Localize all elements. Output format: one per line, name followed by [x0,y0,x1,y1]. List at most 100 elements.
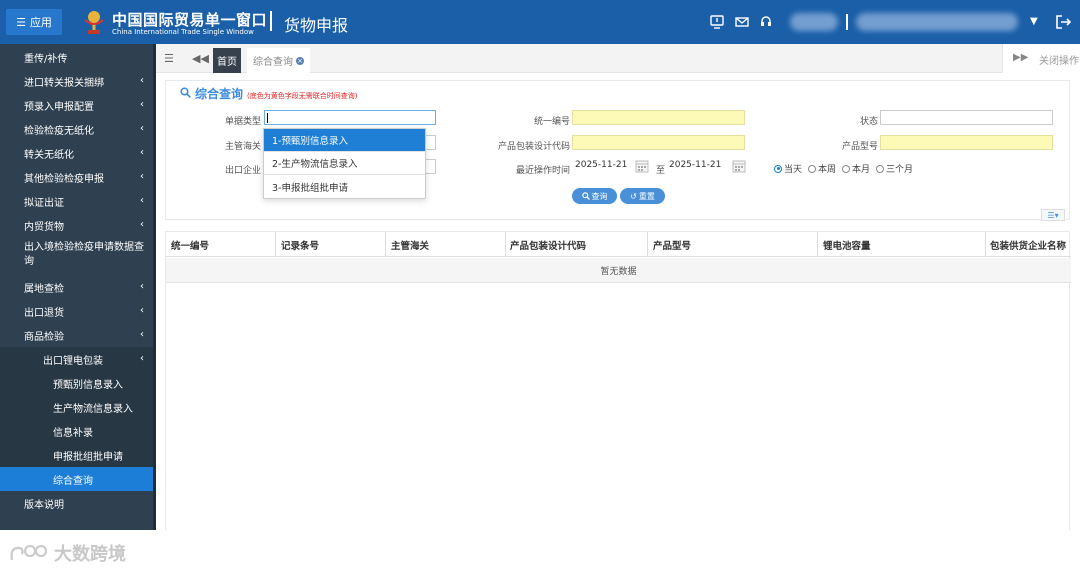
brand-name-en: China International Trade Single Window [112,28,254,36]
radio-dot [808,164,817,173]
brand-name-cn: 中国国际贸易单一窗口 [112,11,268,29]
radio-dot [842,164,851,173]
status-select[interactable] [880,110,1053,125]
sidebar-item-resend[interactable]: 重传/补传 [0,45,153,69]
doc-type-select[interactable] [264,110,436,125]
time-range-radios: 当天 本周 本月 三个月 [774,162,913,175]
chevron-left-icon: ‹ [140,281,144,292]
radio-today[interactable]: 当天 [774,162,802,175]
column-header-customs[interactable]: 主管海关 [386,232,506,257]
doc-type-option-logistics[interactable]: 2-生产物流信息录入 [264,152,425,175]
column-header-capacity[interactable]: 锂电池容量 [818,232,986,257]
search-icon [180,87,191,98]
chevron-left-icon: ‹ [140,171,144,182]
date-from-input[interactable]: 2025-11-21 [572,159,634,174]
notice-icon[interactable] [710,15,724,29]
sidebar-item-preentry-config[interactable]: 预录入申报配置 ‹ [0,93,153,117]
sidebar-item-inspection-data-query[interactable]: 出入境检验检疫申请数据查询 [0,237,153,273]
close-operations-button[interactable]: 关闭操作 [1039,52,1079,67]
sidebar-item-info-supplement[interactable]: 信息补录 [0,419,153,443]
radio-dot [774,164,782,173]
panel-note: (底色为黄色字段无需联合时间查询) [247,92,358,100]
tab-scroll-right-icon[interactable]: ▶▶ [1013,52,1028,63]
calendar-icon[interactable] [635,159,649,173]
column-header-supplier[interactable]: 包装供货企业名称 [986,232,1071,257]
unified-no-label: 统一编号 [533,117,570,127]
sidebar-item-logistics-entry[interactable]: 生产物流信息录入 [0,395,153,419]
sidebar-item-commodity-inspection[interactable]: 商品检验 ‹ [0,323,153,347]
pkg-code-input[interactable] [572,135,745,150]
user-dropdown-caret-icon[interactable]: ▼ [1030,16,1038,27]
sidebar-item-lithium-packaging[interactable]: 出口锂电包装 ‹ [0,347,153,371]
customs-label: 主管海关 [224,142,261,152]
results-table: 统一编号 记录条号 主管海关 产品包装设计代码 产品型号 锂电池容量 包装供货企… [165,231,1071,530]
menu-toggle-icon[interactable]: ☰ [164,52,174,65]
column-header-model[interactable]: 产品型号 [648,232,818,257]
mail-icon[interactable] [735,15,749,29]
sidebar-item-version-notes[interactable]: 版本说明 [0,491,153,515]
sidebar-item-import-transit-binding[interactable]: 进口转关报关捆绑 ‹ [0,69,153,93]
sidebar-item-inspection-paperless[interactable]: 检验检疫无纸化 ‹ [0,117,153,141]
chevron-left-icon: ‹ [140,75,144,86]
query-button[interactable]: 查询 [572,188,617,204]
tab-comprehensive-query[interactable]: 综合查询 × [247,48,310,73]
support-icon[interactable] [759,15,773,29]
customs-emblem-icon [84,11,104,34]
chevron-left-icon: ‹ [140,147,144,158]
date-to-input[interactable]: 2025-11-21 [666,159,728,174]
panel-title: 综合查询 [195,87,244,101]
reset-icon: ↺ [630,191,637,201]
sidebar-item-domestic-goods[interactable]: 内贸货物 ‹ [0,213,153,237]
list-columns-icon: ☰▾ [1047,210,1059,220]
watermark-logo-icon [10,544,48,561]
page-title: 货物申报 [284,16,349,35]
top-header: ☰ 应用 中国国际贸易单一窗口 China International Trad… [0,0,1080,44]
tab-home[interactable]: 首页 [213,48,241,73]
tab-scroll-left-icon[interactable]: ◀◀ [192,52,209,65]
redacted-user-info [790,13,838,31]
chevron-left-icon: ‹ [140,329,144,340]
sidebar-item-transit-paperless[interactable]: 转关无纸化 ‹ [0,141,153,165]
chevron-left-icon: ‹ [140,195,144,206]
app-menu-button[interactable]: ☰ 应用 [6,9,62,35]
chevron-left-icon: ‹ [140,219,144,230]
column-header-unified-no[interactable]: 统一编号 [166,232,276,257]
tab-right-controls: ▶▶ 关闭操作 [1002,44,1080,73]
sidebar-item-export-return[interactable]: 出口退货 ‹ [0,299,153,323]
sidebar-item-prescreen-entry[interactable]: 预甄别信息录入 [0,371,153,395]
sidebar-item-batch-application[interactable]: 申报批组批申请 [0,443,153,467]
tab-close-icon[interactable]: × [296,56,304,65]
radio-three-months[interactable]: 三个月 [876,162,913,175]
sidebar-item-comprehensive-query[interactable]: 综合查询 [0,467,153,491]
sidebar-item-other-inspection[interactable]: 其他检验检疫申报 ‹ [0,165,153,189]
text-caret [267,113,268,123]
radio-dot [876,164,885,173]
sidebar-item-local-inspection[interactable]: 属地查检 ‹ [0,275,153,299]
reset-button[interactable]: ↺ 重置 [620,188,665,204]
chevron-left-icon: ‹ [140,99,144,110]
radio-this-month[interactable]: 本月 [842,162,870,175]
calendar-icon[interactable] [732,159,746,173]
chevron-left-icon: ‹ [140,305,144,316]
doc-type-option-batch[interactable]: 3-申报批组批申请 [264,175,425,198]
doc-type-dropdown: 1-预甄别信息录入 2-生产物流信息录入 3-申报批组批申请 [263,128,426,199]
radio-this-week[interactable]: 本周 [808,162,836,175]
column-header-record-no[interactable]: 记录条号 [276,232,386,257]
title-divider [270,11,272,31]
empty-table-message: 暂无数据 [166,258,1071,283]
column-header-pkg-code[interactable]: 产品包装设计代码 [506,232,648,257]
sidebar: 重传/补传 进口转关报关捆绑 ‹ 预录入申报配置 ‹ 检验检疫无纸化 ‹ 转关无纸化 ‹… [0,44,153,530]
model-input[interactable] [880,135,1053,150]
doc-type-option-prescreen[interactable]: 1-预甄别信息录入 [264,129,425,152]
logout-icon[interactable] [1054,13,1072,31]
chevron-left-icon: ‹ [140,123,144,134]
unified-no-input[interactable] [572,110,745,125]
doc-type-label: 单据类型 [224,117,261,127]
sidebar-item-certificate[interactable]: 拟证出证 ‹ [0,189,153,213]
header-divider [846,14,848,30]
exporter-label: 出口企业 [224,166,261,176]
table-header: 统一编号 记录条号 主管海关 产品包装设计代码 产品型号 锂电池容量 包装供货企… [166,232,1071,257]
recent-time-label: 最近操作时间 [515,166,570,176]
column-toggle-button[interactable]: ☰▾ [1041,209,1065,221]
redacted-company-info [856,13,1018,31]
